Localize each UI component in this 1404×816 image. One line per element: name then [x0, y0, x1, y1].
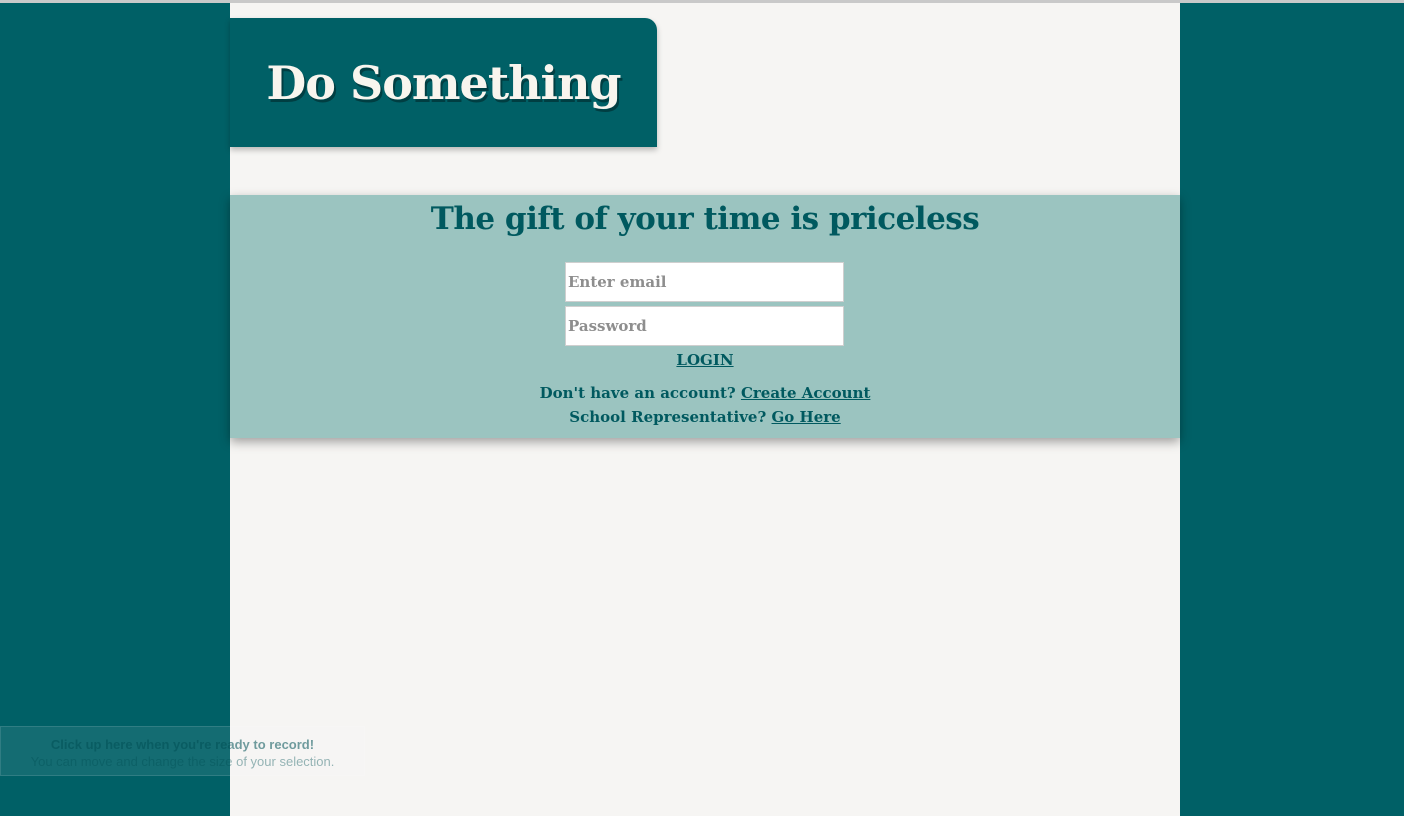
login-button[interactable]: LOGIN — [230, 351, 1180, 369]
tagline: The gift of your time is priceless — [430, 201, 980, 237]
brand-title: Do Something — [266, 55, 621, 110]
brand-header: Do Something — [230, 18, 657, 147]
create-account-text: Don't have an account? — [539, 384, 736, 402]
school-rep-link[interactable]: Go Here — [772, 408, 841, 426]
create-account-link[interactable]: Create Account — [741, 384, 870, 402]
create-account-prompt: Don't have an account? Create Account — [230, 384, 1180, 402]
record-overlay-subtitle: You can move and change the size of your… — [30, 754, 335, 769]
email-input[interactable] — [565, 262, 844, 302]
login-panel: The gift of your time is priceless LOGIN… — [230, 195, 1180, 438]
school-rep-text: School Representative? — [569, 408, 767, 426]
school-rep-prompt: School Representative? Go Here — [230, 408, 1180, 426]
main-content: Do Something The gift of your time is pr… — [230, 3, 1180, 816]
password-input[interactable] — [565, 306, 844, 346]
record-overlay-title: Click up here when you're ready to recor… — [50, 737, 315, 752]
record-selection-overlay[interactable]: Click up here when you're ready to recor… — [0, 726, 365, 776]
